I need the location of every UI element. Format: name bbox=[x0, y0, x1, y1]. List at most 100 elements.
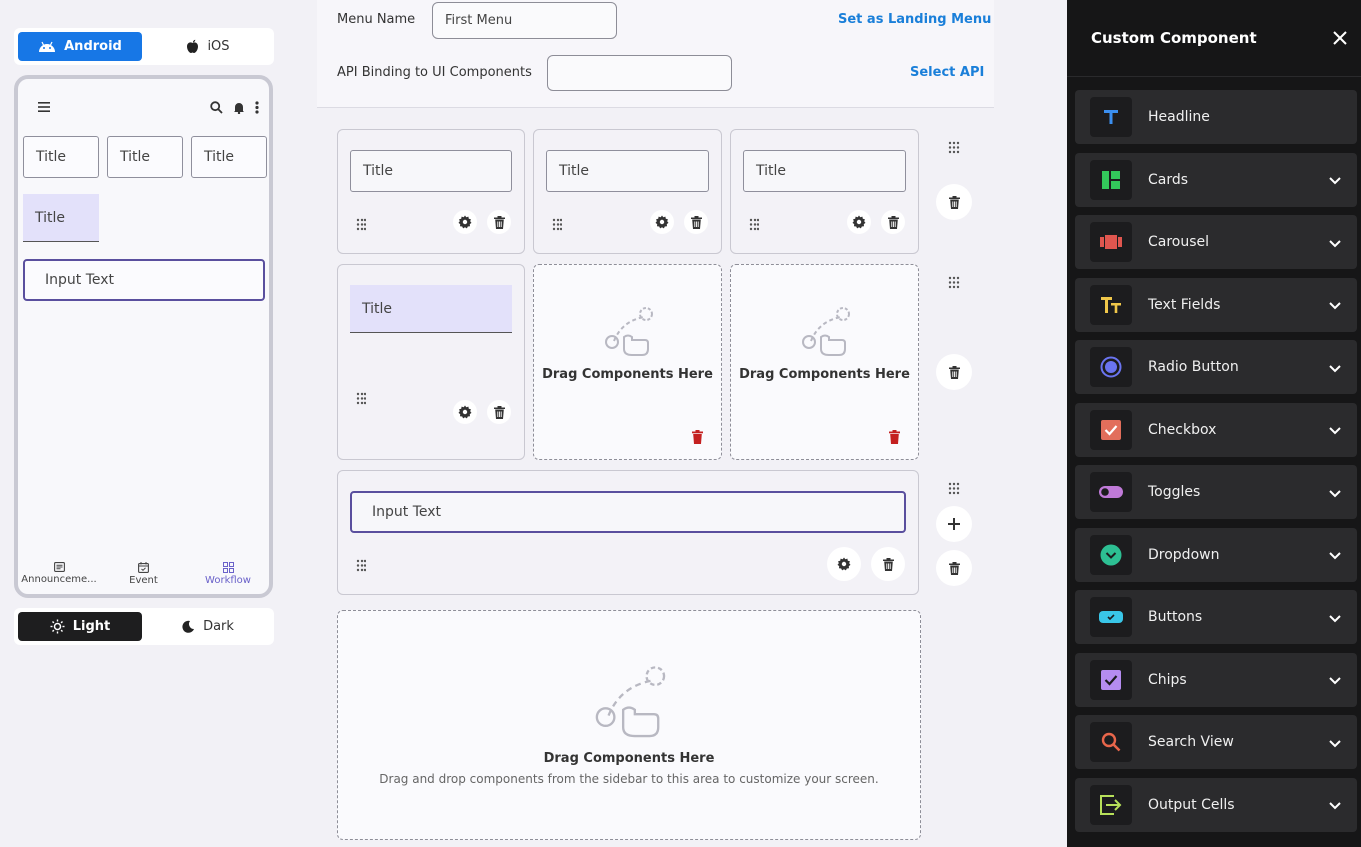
light-theme-button[interactable]: Light bbox=[18, 612, 142, 641]
bottom-nav-label: Announceme... bbox=[21, 574, 97, 585]
chevron-down-icon[interactable] bbox=[1329, 170, 1341, 189]
drag-gesture-icon bbox=[604, 307, 653, 356]
carousel-icon bbox=[1090, 222, 1132, 262]
filled-title-field[interactable]: Title bbox=[350, 285, 512, 333]
bottom-nav-label: Workflow bbox=[205, 575, 251, 586]
screen-editor: Menu Name First Menu Set as Landing Menu… bbox=[317, 0, 994, 847]
bottom-nav-workflow[interactable]: Workflow bbox=[189, 562, 267, 586]
bottom-nav-announcements[interactable]: Announceme... bbox=[20, 562, 98, 586]
dark-theme-button[interactable]: Dark bbox=[146, 612, 270, 641]
chevron-down-icon[interactable] bbox=[1329, 608, 1341, 627]
delete-trash-icon[interactable] bbox=[881, 210, 905, 234]
chevron-down-icon[interactable] bbox=[1329, 670, 1341, 689]
phone-bottom-nav: Announceme... Event Workflow bbox=[18, 562, 269, 586]
main-drop-subtitle: Drag and drop components from the sideba… bbox=[379, 772, 879, 786]
input-text-field[interactable]: Input Text bbox=[350, 491, 906, 533]
delete-trash-icon[interactable] bbox=[487, 400, 511, 424]
phone-title-field[interactable]: Title bbox=[191, 136, 267, 178]
delete-trash-icon[interactable] bbox=[684, 210, 708, 234]
row-delete-icon[interactable] bbox=[936, 354, 972, 390]
component-label: Chips bbox=[1148, 671, 1187, 688]
android-icon bbox=[39, 41, 56, 52]
drop-zone-label: Drag Components Here bbox=[542, 367, 713, 382]
settings-gear-icon[interactable] bbox=[847, 210, 871, 234]
settings-gear-icon[interactable] bbox=[453, 400, 477, 424]
main-drop-area[interactable]: Drag Components Here Drag and drop compo… bbox=[337, 610, 921, 840]
ios-tab[interactable]: iOS bbox=[146, 32, 270, 61]
phone-filled-title-field[interactable]: Title bbox=[23, 194, 99, 242]
menu-name-input[interactable]: First Menu bbox=[432, 2, 617, 39]
drag-handle-icon[interactable] bbox=[749, 216, 760, 235]
component-chips[interactable]: Chips bbox=[1075, 652, 1357, 707]
headline-icon bbox=[1090, 97, 1132, 137]
search-icon[interactable] bbox=[210, 100, 223, 114]
component-radio-button[interactable]: Radio Button bbox=[1075, 340, 1357, 394]
component-cards[interactable]: Cards bbox=[1075, 152, 1357, 207]
toggle-icon bbox=[1090, 472, 1132, 512]
row-delete-icon[interactable] bbox=[936, 550, 972, 586]
drag-handle-icon[interactable] bbox=[356, 216, 367, 235]
row-drag-handle-icon[interactable] bbox=[948, 139, 960, 158]
title-field[interactable]: Title bbox=[350, 150, 512, 192]
component-output-cells[interactable]: Output Cells bbox=[1075, 777, 1357, 832]
phone-title-field[interactable]: Title bbox=[23, 136, 99, 178]
set-landing-menu-link[interactable]: Set as Landing Menu bbox=[838, 12, 991, 27]
component-headline[interactable]: Headline bbox=[1075, 90, 1357, 144]
component-checkbox[interactable]: Checkbox bbox=[1075, 402, 1357, 457]
text-fields-icon bbox=[1090, 284, 1132, 325]
settings-gear-icon[interactable] bbox=[650, 210, 674, 234]
drop-zone-content: Drag Components Here bbox=[534, 305, 721, 382]
drag-handle-icon[interactable] bbox=[356, 557, 367, 576]
more-vert-icon[interactable] bbox=[255, 100, 259, 114]
hamburger-menu-icon[interactable] bbox=[38, 102, 50, 112]
component-carousel[interactable]: Carousel bbox=[1075, 215, 1357, 269]
chevron-down-icon[interactable] bbox=[1329, 483, 1341, 502]
android-tab[interactable]: Android bbox=[18, 32, 142, 61]
select-api-link[interactable]: Select API bbox=[910, 65, 984, 80]
grid-cell: Title bbox=[337, 264, 525, 460]
drop-zone[interactable]: Drag Components Here bbox=[533, 264, 722, 460]
chevron-down-icon[interactable] bbox=[1329, 233, 1341, 252]
title-field[interactable]: Title bbox=[743, 150, 906, 192]
delete-red-trash-icon[interactable] bbox=[889, 429, 900, 448]
delete-trash-icon[interactable] bbox=[487, 210, 511, 234]
phone-input-text-field[interactable]: Input Text bbox=[23, 259, 265, 301]
api-binding-label: API Binding to UI Components bbox=[337, 65, 532, 80]
chips-icon bbox=[1090, 659, 1132, 700]
drop-zone[interactable]: Drag Components Here bbox=[730, 264, 919, 460]
settings-gear-icon[interactable] bbox=[827, 547, 861, 581]
close-icon[interactable] bbox=[1333, 26, 1347, 50]
chevron-down-icon[interactable] bbox=[1329, 545, 1341, 564]
component-label: Checkbox bbox=[1148, 421, 1217, 438]
component-buttons[interactable]: Buttons bbox=[1075, 590, 1357, 644]
component-dropdown[interactable]: Dropdown bbox=[1075, 527, 1357, 582]
component-toggles[interactable]: Toggles bbox=[1075, 465, 1357, 519]
title-field[interactable]: Title bbox=[546, 150, 709, 192]
chevron-down-icon[interactable] bbox=[1329, 295, 1341, 314]
bottom-nav-event[interactable]: Event bbox=[105, 562, 183, 586]
grid-cell: Title bbox=[337, 129, 525, 254]
component-text-fields[interactable]: Text Fields bbox=[1075, 277, 1357, 332]
chevron-down-icon[interactable] bbox=[1329, 733, 1341, 752]
newspaper-icon bbox=[53, 562, 65, 572]
phone-title-field[interactable]: Title bbox=[107, 136, 183, 178]
bell-icon[interactable] bbox=[233, 101, 245, 114]
checkbox-icon bbox=[1090, 409, 1132, 450]
api-binding-input[interactable] bbox=[547, 55, 732, 91]
add-cell-plus-icon[interactable] bbox=[936, 506, 972, 542]
chevron-down-icon[interactable] bbox=[1329, 420, 1341, 439]
chevron-down-icon[interactable] bbox=[1329, 795, 1341, 814]
row-delete-icon[interactable] bbox=[936, 184, 972, 220]
drag-gesture-icon bbox=[595, 666, 666, 738]
row-drag-handle-icon[interactable] bbox=[948, 274, 960, 293]
workflow-icon bbox=[222, 562, 234, 573]
drag-handle-icon[interactable] bbox=[552, 216, 563, 235]
delete-trash-icon[interactable] bbox=[871, 547, 905, 581]
row-drag-handle-icon[interactable] bbox=[948, 480, 960, 499]
delete-red-trash-icon[interactable] bbox=[692, 429, 703, 448]
component-label: Dropdown bbox=[1148, 546, 1220, 563]
settings-gear-icon[interactable] bbox=[453, 210, 477, 234]
component-search-view[interactable]: Search View bbox=[1075, 715, 1357, 769]
drag-handle-icon[interactable] bbox=[356, 390, 367, 409]
chevron-down-icon[interactable] bbox=[1329, 358, 1341, 377]
